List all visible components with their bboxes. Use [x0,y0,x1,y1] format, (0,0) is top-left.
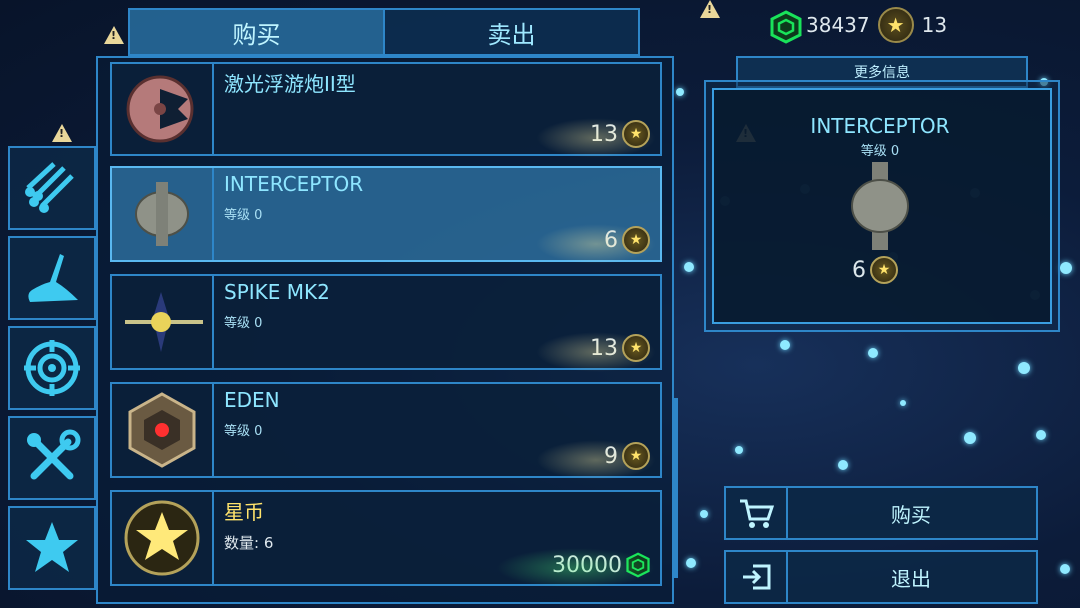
item-price: 13 ★ [536,118,656,158]
item-price: 9 ★ [536,440,656,480]
exit-icon [726,552,788,602]
warning-marker-icon [52,124,72,142]
missiles-icon [25,162,74,213]
item-level: 等级 0 [224,208,263,223]
star-coin-icon: ★ [622,334,650,362]
warning-marker-icon [104,26,124,44]
star-coin-icon: ★ [622,226,650,254]
tab-sell[interactable]: 卖出 [385,8,640,56]
star-coin-icon: ★ [870,256,898,284]
category-missiles-button[interactable] [8,146,96,230]
item-name: SPIKE MK2 [224,280,330,304]
cube-count: 38437 [806,13,870,37]
buy-sell-tabs: 购买 卖出 [128,8,640,56]
shop-item[interactable]: 激光浮游炮II型 13 ★ [110,62,662,158]
item-name: INTERCEPTOR [224,172,364,196]
buy-button[interactable]: 购买 [724,486,1038,540]
category-wings-button[interactable] [8,236,96,320]
item-name: 激光浮游炮II型 [224,72,356,96]
info-title: INTERCEPTOR [810,114,950,138]
item-price: 13 ★ [536,332,656,372]
shop-item[interactable]: 星币 数量: 6 30000 [110,490,662,588]
shop-item[interactable]: EDEN 等级 0 9 ★ [110,382,662,480]
crosshair-icon [24,340,80,396]
exit-button-label: 退出 [891,566,931,591]
exit-button[interactable]: 退出 [724,550,1038,604]
category-targeting-button[interactable] [8,326,96,410]
currency-bar: 38437 ★ 13 [770,7,948,44]
list-scrollbar[interactable] [672,398,678,578]
tab-buy[interactable]: 购买 [128,8,385,56]
item-name: EDEN [224,388,280,412]
spike-mk2-thumbnail [112,276,214,368]
star-count: 13 [921,13,948,37]
interceptor-thumbnail [112,168,214,260]
info-price: 6 ★ [852,256,898,284]
star-coin-thumbnail [112,492,214,584]
ship-wing-icon [28,254,78,302]
green-cube-icon [770,10,802,44]
warning-marker-icon [700,0,720,18]
item-name: 星币 [224,500,264,524]
info-level: 等级 0 [860,144,900,159]
star-coin-icon: ★ [622,442,650,470]
category-stars-button[interactable] [8,506,96,590]
tools-icon [27,429,81,480]
item-price: 30000 [496,548,656,588]
item-quantity: 数量: 6 [224,534,274,552]
buy-button-label: 购买 [891,502,931,527]
item-level: 等级 0 [224,424,263,439]
item-level: 等级 0 [224,316,263,331]
shop-item-selected[interactable]: INTERCEPTOR 等级 0 6 ★ [110,166,662,264]
laser-drone-thumbnail [112,64,214,154]
shop-item[interactable]: SPIKE MK2 等级 0 13 ★ [110,274,662,372]
interceptor-preview-image [850,160,910,256]
category-tools-button[interactable] [8,416,96,500]
star-coin-icon: ★ [622,120,650,148]
star-icon [26,522,78,572]
item-price: 6 ★ [536,224,656,264]
star-coin-icon: ★ [877,7,914,43]
eden-thumbnail [112,384,214,476]
cart-icon [726,488,788,538]
